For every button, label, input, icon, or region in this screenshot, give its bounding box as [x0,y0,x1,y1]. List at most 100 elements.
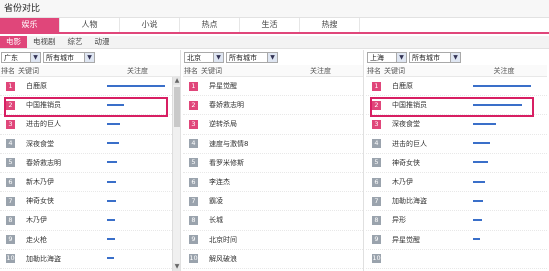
table-row[interactable]: 8 木乃伊 [0,211,180,231]
city-select[interactable]: 所有城市 ▼ [43,52,95,63]
keyword-link[interactable]: 速度与激情8 [198,139,278,149]
keyword-link[interactable]: 看罗米修斯 [198,158,278,168]
keyword-link[interactable]: 进击的巨人 [15,119,95,129]
keyword-link[interactable]: 白鹿原 [381,81,461,91]
attention-bar [473,218,482,221]
table-row[interactable]: 7 神奇女侠 [0,192,180,212]
keyword-link[interactable]: 白鹿原 [15,81,95,91]
table-row[interactable]: 4 速度与激情8 [183,135,363,154]
keyword-link[interactable]: 新木乃伊 [15,177,95,187]
keyword-link[interactable]: 深夜食堂 [381,119,461,129]
scrollbar[interactable]: ▲ ▼ [172,77,180,271]
table-row[interactable]: 6 李连杰 [183,173,363,193]
table-row[interactable]: 2 春娇救志明 [183,96,363,116]
keyword-link[interactable]: 木乃伊 [381,177,461,187]
keyword-link[interactable]: 春娇救志明 [15,158,95,168]
subtab-movies[interactable]: 电影 [0,36,27,48]
table-row[interactable]: 9 北京时间 [183,231,363,250]
table-row[interactable]: 3 进击的巨人 [0,115,180,135]
table-row[interactable]: 3 逆转杀局 [183,115,363,135]
table-row[interactable]: 5 神奇女侠 [366,154,547,173]
window-title: 省份对比 [0,0,549,18]
region-selects: 北京 ▼ 所有城市 ▼ [183,50,363,65]
keyword-link[interactable]: 北京时间 [198,235,278,245]
header-rank: 排名 [367,66,381,75]
province-select[interactable]: 北京 ▼ [184,52,224,63]
keyword-link[interactable]: 走火枪 [15,235,95,245]
table-row[interactable]: 10 加勒比海盗 [0,250,180,269]
province-select[interactable]: 广东 ▼ [1,52,41,63]
table-row[interactable]: 7 霸凌 [183,192,363,212]
scroll-up-icon[interactable]: ▲ [173,77,180,85]
keyword-link[interactable]: 长城 [198,215,278,225]
table-row[interactable]: 6 新木乃伊 [0,173,180,193]
scroll-thumb[interactable] [174,87,180,127]
table-row[interactable]: 5 看罗米修斯 [183,154,363,173]
chevron-down-icon: ▼ [267,53,277,62]
keyword-link[interactable]: 中国推销员 [381,100,461,110]
table-row[interactable]: 1 白鹿原 [0,77,180,97]
province-select-value: 北京 [187,53,201,62]
table-row[interactable]: 2 中国推销员 [366,96,547,116]
table-header: 排名 关键词 关注度 [366,65,547,77]
keyword-link[interactable]: 李连杰 [198,177,278,187]
tab-entertainment[interactable]: 娱乐 [0,18,60,32]
table-row[interactable]: 9 走火枪 [0,231,180,250]
keyword-link[interactable]: 霸凌 [198,196,278,206]
attention-bar-track [473,199,531,203]
keyword-link[interactable]: 异形 [381,215,461,225]
attention-bar [473,84,531,87]
city-select[interactable]: 所有城市 ▼ [226,52,278,63]
table-row[interactable]: 3 深夜食堂 [366,115,547,135]
keyword-link[interactable]: 中国推销员 [15,100,95,110]
province-select[interactable]: 上海 ▼ [367,52,407,63]
attention-bar-track [473,103,531,107]
table-row[interactable]: 2 中国推销员 [0,96,180,116]
keyword-link[interactable]: 逆转杀局 [198,119,278,129]
province-select-value: 上海 [370,53,384,62]
table-row[interactable]: 8 异形 [366,211,547,231]
table-row[interactable]: 6 木乃伊 [366,173,547,193]
table-row[interactable]: 9 异星觉醒 [366,231,547,250]
rank-badge: 4 [372,139,381,149]
keyword-link[interactable]: 加勒比海盗 [381,196,461,206]
keyword-link[interactable]: 深夜食堂 [15,139,95,149]
keyword-link[interactable]: 神奇女侠 [381,158,461,168]
attention-bar-track [290,142,348,145]
city-select-value: 所有城市 [229,53,257,62]
table-row[interactable]: 5 春娇救志明 [0,154,180,173]
keyword-link[interactable]: 神奇女侠 [15,196,95,206]
tab-hot-search[interactable]: 热搜 [300,18,360,32]
tab-hot-topics[interactable]: 热点 [180,18,240,32]
table-row[interactable]: 1 异星觉醒 [183,77,363,97]
tab-life[interactable]: 生活 [240,18,300,32]
tab-people[interactable]: 人物 [60,18,120,32]
keyword-link[interactable]: 春娇救志明 [198,100,278,110]
keyword-link[interactable]: 加勒比海盗 [15,254,95,264]
subtab-tv-series[interactable]: 电视剧 [27,36,62,48]
rank-badge: 6 [372,177,381,187]
subtab-variety[interactable]: 综艺 [62,36,89,48]
subtab-anime[interactable]: 动漫 [89,36,116,48]
table-row[interactable]: 7 加勒比海盗 [366,192,547,212]
attention-bar-track [290,257,348,260]
attention-bar-track [107,257,165,260]
rank-badge: 9 [6,235,15,245]
attention-bar-track [473,180,531,184]
tab-novels[interactable]: 小说 [120,18,180,32]
keyword-link[interactable]: 进击的巨人 [381,139,461,149]
keyword-link[interactable]: 木乃伊 [15,215,95,225]
table-row[interactable]: 1 白鹿原 [366,77,547,97]
table-row[interactable]: 8 长城 [183,211,363,231]
attention-bar-track [107,84,165,88]
keyword-link[interactable]: 异星觉醒 [198,81,278,91]
scroll-down-icon[interactable]: ▼ [173,263,180,271]
city-select[interactable]: 所有城市 ▼ [409,52,461,63]
table-row[interactable]: 4 进击的巨人 [366,135,547,154]
keyword-link[interactable]: 解风破浪 [198,254,278,264]
table-row[interactable]: 4 深夜食堂 [0,135,180,154]
table-row[interactable]: 10 解风破浪 [183,250,363,269]
chevron-down-icon: ▼ [396,53,406,62]
table-row[interactable]: 10 [366,250,547,269]
keyword-link[interactable]: 异星觉醒 [381,235,461,245]
